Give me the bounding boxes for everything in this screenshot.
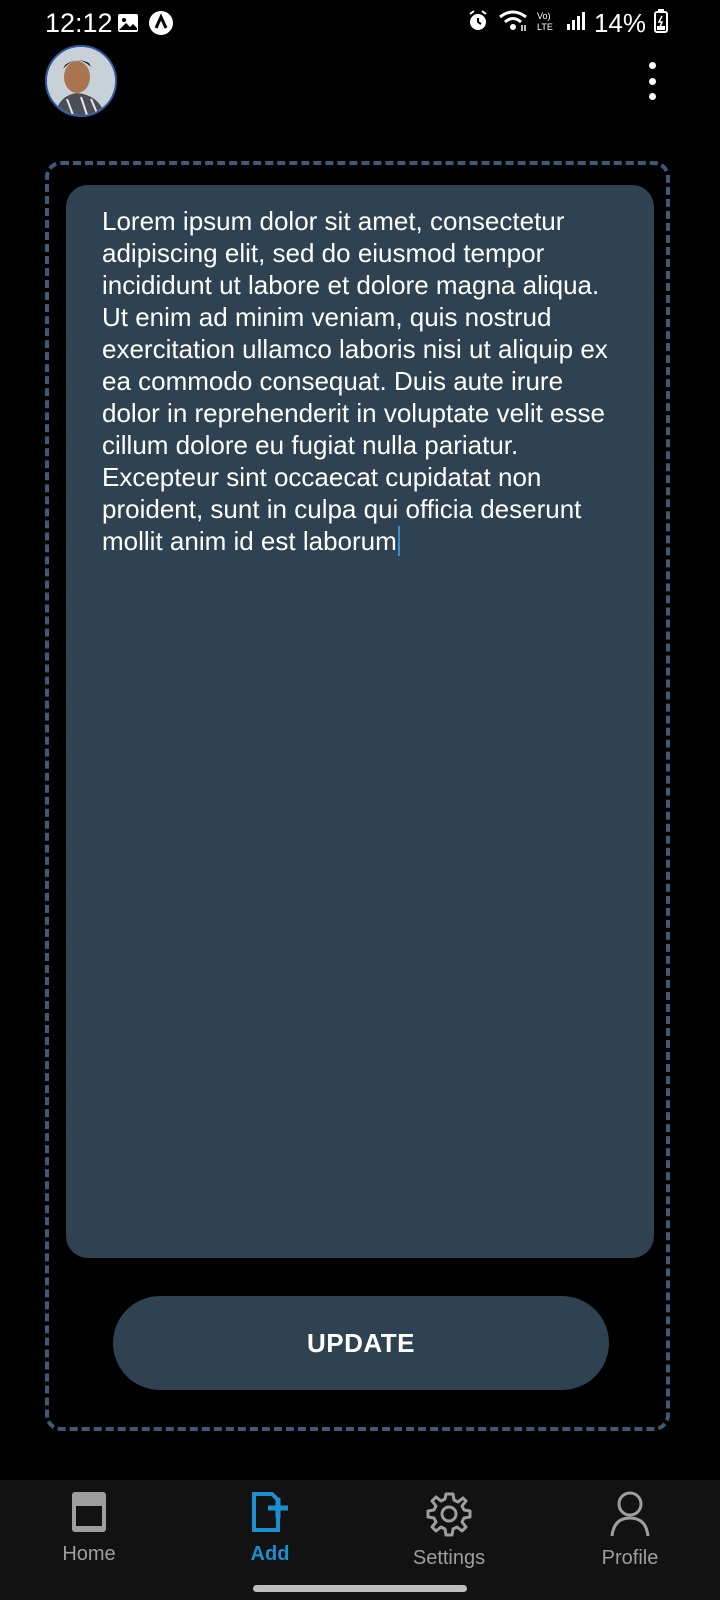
alarm-icon	[466, 9, 490, 38]
signal-icon	[566, 10, 586, 37]
home-tablet-icon	[67, 1490, 111, 1539]
app-notification-icon	[148, 10, 174, 41]
nav-item-profile[interactable]: Profile	[555, 1490, 705, 1570]
nav-label-profile: Profile	[601, 1547, 659, 1569]
editor-text-input[interactable]: Lorem ipsum dolor sit amet, consectetur …	[102, 205, 622, 557]
battery-icon	[654, 9, 668, 38]
text-caret	[397, 526, 400, 556]
status-time: 12:12	[45, 8, 113, 38]
status-right-icons: Vo) LTE 14%	[466, 8, 668, 39]
status-left-icons	[116, 10, 174, 41]
person-icon	[608, 1490, 652, 1543]
image-icon	[116, 11, 140, 40]
menu-dot	[648, 62, 656, 69]
nav-label-add: Add	[250, 1543, 290, 1565]
svg-text:Vo): Vo)	[537, 11, 551, 21]
update-button[interactable]: UPDATE	[113, 1296, 609, 1390]
home-indicator[interactable]	[253, 1585, 467, 1592]
gear-icon	[425, 1490, 473, 1543]
user-avatar[interactable]	[45, 45, 117, 117]
nav-item-home[interactable]: Home	[14, 1490, 164, 1566]
add-file-icon	[248, 1490, 292, 1539]
more-vertical-icon[interactable]	[644, 62, 660, 100]
wifi-icon	[498, 9, 528, 38]
menu-dot	[648, 93, 656, 100]
nav-item-add[interactable]: Add	[195, 1490, 345, 1566]
bottom-nav: Home Add Settings Profile	[0, 1480, 720, 1600]
status-bar: 12:12 Vo) LTE 14%	[0, 0, 720, 48]
battery-percent: 14%	[593, 8, 646, 38]
nav-item-settings[interactable]: Settings	[374, 1490, 524, 1570]
editor-text: Lorem ipsum dolor sit amet, consectetur …	[102, 206, 608, 556]
svg-text:LTE: LTE	[537, 22, 553, 32]
nav-label-home: Home	[62, 1543, 116, 1565]
volte-icon: Vo) LTE	[536, 9, 558, 38]
nav-label-settings: Settings	[412, 1547, 486, 1569]
menu-dot	[648, 77, 656, 85]
